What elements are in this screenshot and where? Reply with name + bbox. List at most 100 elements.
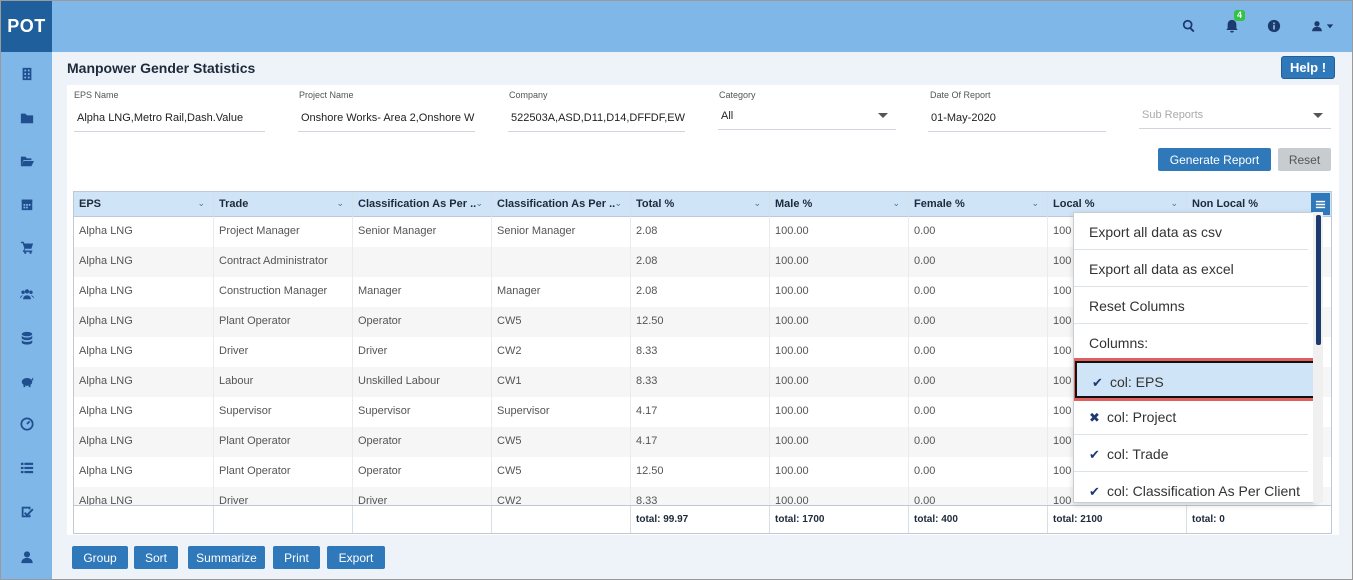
- reset-button[interactable]: Reset: [1278, 148, 1331, 171]
- column-filter-icon[interactable]: ⌄: [475, 198, 483, 209]
- sub-reports-chevron-down-icon[interactable]: [1313, 113, 1323, 118]
- export-csv-menu-item[interactable]: Export all data as csv: [1074, 213, 1308, 250]
- table-cell[interactable]: 8.33: [631, 367, 770, 397]
- column-filter-icon[interactable]: ⌄: [197, 198, 205, 209]
- table-cell[interactable]: Alpha LNG: [74, 367, 214, 397]
- table-cell[interactable]: 2.08: [631, 247, 770, 277]
- table-cell[interactable]: 4.17: [631, 397, 770, 427]
- column-header[interactable]: Classification As Per .. ⌄: [492, 192, 631, 217]
- table-cell[interactable]: Operator: [353, 427, 492, 457]
- table-cell[interactable]: 100.00: [770, 217, 909, 247]
- table-cell[interactable]: Supervisor: [492, 397, 631, 427]
- calendar-icon[interactable]: [1, 189, 52, 219]
- column-filter-icon[interactable]: ⌄: [1170, 198, 1178, 209]
- table-cell[interactable]: 0.00: [909, 427, 1048, 457]
- column-header[interactable]: Classification As Per .. ⌄: [353, 192, 492, 217]
- table-cell[interactable]: Alpha LNG: [74, 427, 214, 457]
- column-menu-scrollbar[interactable]: [1316, 215, 1321, 345]
- column-toggle-item[interactable]: ✔ col: Trade: [1074, 435, 1308, 472]
- table-cell[interactable]: [353, 247, 492, 277]
- table-cell[interactable]: Alpha LNG: [74, 337, 214, 367]
- export-button[interactable]: Export: [327, 546, 385, 569]
- table-cell[interactable]: 0.00: [909, 277, 1048, 307]
- table-cell[interactable]: 2.08: [631, 217, 770, 247]
- table-cell[interactable]: CW5: [492, 427, 631, 457]
- column-filter-icon[interactable]: ⌄: [753, 198, 761, 209]
- summarize-button[interactable]: Summarize: [188, 546, 265, 569]
- table-cell[interactable]: 0.00: [909, 217, 1048, 247]
- column-toggle-item[interactable]: ✔ col: EPS: [1074, 358, 1315, 401]
- user-menu-icon[interactable]: [1306, 16, 1338, 36]
- cart-icon[interactable]: [1, 232, 52, 262]
- group-button[interactable]: Group: [72, 546, 128, 569]
- table-cell[interactable]: CW1: [492, 367, 631, 397]
- company-field[interactable]: 522503A,ASD,D11,D14,DFFDF,EWC,: [508, 112, 685, 132]
- table-cell[interactable]: Project Manager: [214, 217, 353, 247]
- table-cell[interactable]: 12.50: [631, 457, 770, 487]
- generate-report-button[interactable]: Generate Report: [1158, 148, 1271, 171]
- column-filter-icon[interactable]: ⌄: [614, 198, 622, 209]
- table-cell[interactable]: Plant Operator: [214, 457, 353, 487]
- table-cell[interactable]: 4.17: [631, 427, 770, 457]
- table-cell[interactable]: 0.00: [909, 367, 1048, 397]
- table-cell[interactable]: Alpha LNG: [74, 457, 214, 487]
- table-cell[interactable]: 0.00: [909, 337, 1048, 367]
- table-cell[interactable]: Alpha LNG: [74, 397, 214, 427]
- table-cell[interactable]: Operator: [353, 457, 492, 487]
- table-cell[interactable]: 100.00: [770, 277, 909, 307]
- piggy-bank-icon[interactable]: [1, 366, 52, 396]
- table-cell[interactable]: Contract Administrator: [214, 247, 353, 277]
- sub-reports-select[interactable]: Sub Reports: [1139, 109, 1331, 129]
- database-icon[interactable]: [1, 323, 52, 353]
- table-cell[interactable]: Alpha LNG: [74, 217, 214, 247]
- table-cell[interactable]: 100.00: [770, 367, 909, 397]
- table-cell[interactable]: Alpha LNG: [74, 307, 214, 337]
- column-toggle-item[interactable]: ✔ col: Classification As Per Client: [1074, 472, 1308, 502]
- export-excel-menu-item[interactable]: Export all data as excel: [1074, 250, 1308, 287]
- list-icon[interactable]: [1, 453, 52, 483]
- users-icon[interactable]: [1, 279, 52, 309]
- help-button[interactable]: Help !: [1281, 56, 1335, 79]
- table-cell[interactable]: 100.00: [770, 307, 909, 337]
- table-cell[interactable]: Manager: [353, 277, 492, 307]
- category-select[interactable]: All: [718, 110, 896, 130]
- reset-columns-menu-item[interactable]: Reset Columns: [1074, 287, 1308, 324]
- dashboard-icon[interactable]: [1, 409, 52, 439]
- table-cell[interactable]: CW5: [492, 307, 631, 337]
- column-header[interactable]: Male % ⌄: [770, 192, 909, 217]
- column-header[interactable]: Female % ⌄: [909, 192, 1048, 217]
- project-name-field[interactable]: Onshore Works- Area 2,Onshore W: [298, 112, 475, 132]
- table-cell[interactable]: [492, 247, 631, 277]
- table-cell[interactable]: Alpha LNG: [74, 247, 214, 277]
- table-cell[interactable]: Operator: [353, 307, 492, 337]
- table-cell[interactable]: Alpha LNG: [74, 277, 214, 307]
- column-header[interactable]: EPS ⌄: [74, 192, 214, 217]
- column-filter-icon[interactable]: ⌄: [336, 198, 344, 209]
- search-icon[interactable]: [1179, 16, 1199, 36]
- table-cell[interactable]: CW2: [492, 337, 631, 367]
- table-cell[interactable]: Supervisor: [214, 397, 353, 427]
- table-cell[interactable]: 2.08: [631, 277, 770, 307]
- table-cell[interactable]: Labour: [214, 367, 353, 397]
- table-cell[interactable]: 12.50: [631, 307, 770, 337]
- eps-name-field[interactable]: Alpha LNG,Metro Rail,Dash.Value: [74, 112, 265, 132]
- column-toggle-item[interactable]: ✖ col: Project: [1074, 398, 1308, 435]
- date-of-report-field[interactable]: 01-May-2020: [928, 112, 1106, 132]
- table-cell[interactable]: 100.00: [770, 397, 909, 427]
- table-cell[interactable]: Construction Manager: [214, 277, 353, 307]
- column-header[interactable]: Total % ⌄: [631, 192, 770, 217]
- checklist-icon[interactable]: [1, 497, 52, 527]
- table-cell[interactable]: Unskilled Labour: [353, 367, 492, 397]
- sort-button[interactable]: Sort: [134, 546, 178, 569]
- table-cell[interactable]: Supervisor: [353, 397, 492, 427]
- table-cell[interactable]: CW5: [492, 457, 631, 487]
- table-cell[interactable]: 0.00: [909, 307, 1048, 337]
- info-icon[interactable]: [1264, 16, 1284, 36]
- app-logo[interactable]: POT: [1, 1, 52, 52]
- table-cell[interactable]: 100.00: [770, 337, 909, 367]
- column-filter-icon[interactable]: ⌄: [892, 198, 900, 209]
- column-header[interactable]: Trade ⌄: [214, 192, 353, 217]
- column-filter-icon[interactable]: ⌄: [1031, 198, 1039, 209]
- user-icon[interactable]: [1, 542, 52, 572]
- category-chevron-down-icon[interactable]: [878, 113, 888, 118]
